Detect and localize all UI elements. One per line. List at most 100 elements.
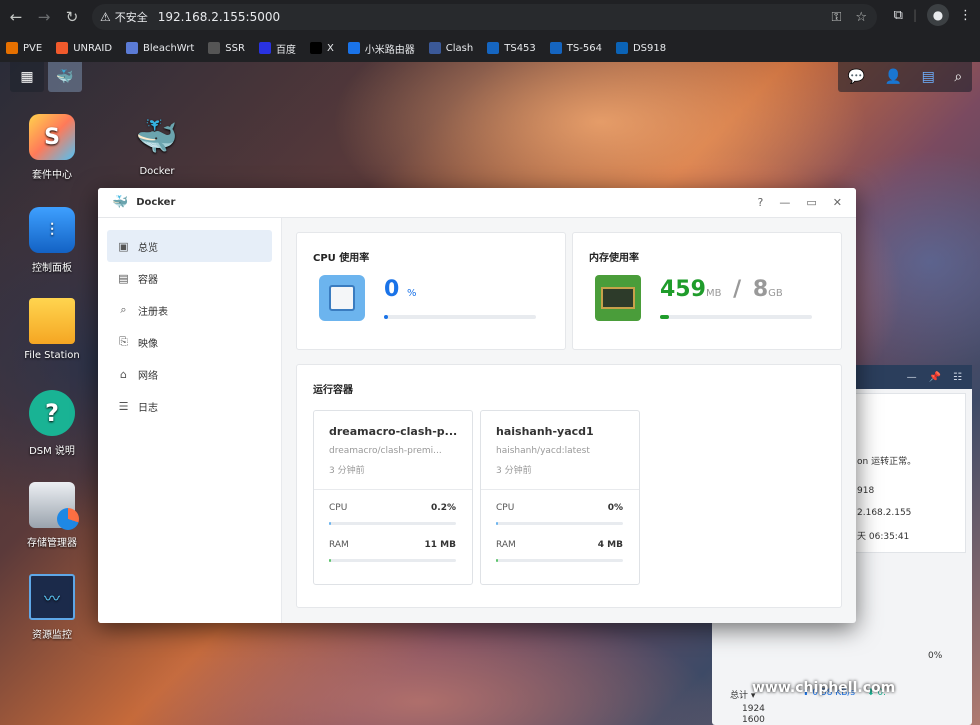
desktop-icon-file-station[interactable]: File Station (7, 298, 97, 361)
sidebar-item-container[interactable]: ▤ 容器 (107, 262, 272, 294)
qnap-icon (487, 42, 500, 54)
sidebar-item-overview[interactable]: ▣ 总览 (107, 230, 272, 262)
forward-button[interactable]: → (30, 3, 58, 31)
desktop-icon-dsm-help[interactable]: ? DSM 说明 (7, 390, 97, 457)
memory-usage-bar (660, 315, 812, 319)
sidebar-item-label: 网络 (138, 370, 158, 382)
cpu-bar (329, 522, 456, 525)
bookmark-item[interactable]: TS453 (487, 42, 536, 54)
browser-toolbar: ← → ↻ ⚠ 不安全 192.168.2.155:5000 ⚿ ☆ ⧉ | ●… (0, 0, 980, 34)
chat-icon[interactable]: 💬 (848, 69, 865, 85)
desktop-icon-label: Docker (139, 166, 175, 177)
ram-label: RAM (496, 540, 516, 550)
widget-uptime: 天 06:35:41 (857, 532, 910, 542)
key-icon[interactable]: ⚿ (831, 10, 841, 25)
security-label[interactable]: 不安全 (115, 9, 148, 25)
main-menu-button[interactable]: ▦ (10, 62, 44, 92)
running-containers-card: 运行容器 dreamacro-clash-p... dreamacro/clas… (296, 364, 842, 608)
minimize-button[interactable]: — (779, 196, 790, 209)
cpu-value: 0% (607, 503, 623, 513)
file-station-icon (29, 298, 75, 344)
ram-value: 11 MB (424, 540, 456, 550)
desktop-icon-label: 资源监控 (32, 630, 72, 641)
browser-chrome: ← → ↻ ⚠ 不安全 192.168.2.155:5000 ⚿ ☆ ⧉ | ●… (0, 0, 980, 62)
taskbar-docker-button[interactable]: 🐳 (48, 62, 82, 92)
bookmark-label: TS-564 (566, 42, 602, 54)
bookmark-item[interactable]: TS-564 (549, 42, 602, 54)
desktop-icon-control-panel[interactable]: ⫶ 控制面板 (7, 207, 97, 274)
package-center-icon: S (29, 114, 75, 160)
reload-button[interactable]: ↻ (58, 3, 86, 31)
network-icon: ⌂ (120, 367, 127, 381)
sidebar-item-network[interactable]: ⌂ 网络 (107, 358, 272, 390)
ram-bar (329, 559, 456, 562)
desktop-icon-label: 控制面板 (32, 263, 72, 274)
search-icon[interactable]: ⌕ (954, 69, 962, 85)
bookmark-item[interactable]: UNRAID (56, 42, 112, 54)
close-button[interactable]: ✕ (833, 196, 842, 209)
widget-settings-icon[interactable]: ☷ (953, 372, 962, 383)
dsm-icon (615, 42, 628, 54)
desktop-icon-package-center[interactable]: S 套件中心 (7, 114, 97, 181)
bookmark-item[interactable]: Clash (428, 42, 473, 54)
bookmark-label: PVE (23, 42, 43, 54)
bookmark-item[interactable]: DS918 (615, 42, 667, 54)
sidebar-item-label: 映像 (138, 338, 158, 350)
widgets-icon[interactable]: ▤ (922, 69, 935, 85)
overview-icon: ▣ (118, 239, 129, 253)
back-button[interactable]: ← (2, 3, 30, 31)
menu-icon[interactable]: ⋮ (959, 8, 972, 23)
maximize-button[interactable]: ▭ (806, 196, 816, 209)
bookmark-item[interactable]: 小米路由器 (347, 41, 415, 56)
bookmark-item[interactable]: PVE (6, 42, 42, 54)
pie-chart-icon (57, 508, 79, 530)
minimize-icon[interactable]: — (907, 372, 917, 383)
url-text[interactable]: 192.168.2.155:5000 (158, 10, 280, 24)
bookmark-item[interactable]: 百度 (258, 41, 296, 56)
help-button[interactable]: ? (758, 196, 764, 209)
sidebar-item-registry[interactable]: ⌕ 注册表 (107, 294, 272, 326)
warning-icon[interactable]: ⚠ (100, 10, 111, 24)
container-name: dreamacro-clash-p... (329, 425, 458, 438)
sidebar-item-label: 总览 (138, 242, 158, 254)
help-icon: ? (29, 390, 75, 436)
container-age: 3 分钟前 (496, 466, 532, 476)
cpu-chip-icon (319, 275, 365, 321)
docker-whale-icon: 🐳 (56, 69, 74, 85)
baidu-icon (258, 42, 271, 54)
bookmark-item[interactable]: SSR (208, 42, 245, 54)
desktop-icon-docker[interactable]: 🐳 Docker (112, 114, 202, 177)
widget-model: 918 (857, 486, 875, 496)
docker-sidebar: ▣ 总览 ▤ 容器 ⌕ 注册表 ⎘ 映像 ⌂ 网络 ☰ 日志 (98, 218, 282, 623)
image-icon: ⎘ (119, 335, 128, 348)
bookmark-label: UNRAID (73, 42, 113, 54)
bookmark-item[interactable]: X (309, 42, 334, 54)
cpu-value: 0.2% (431, 503, 456, 513)
grid-icon: ▦ (20, 69, 34, 85)
bookmark-label: DS918 (632, 42, 667, 54)
desktop-icon-storage-manager[interactable]: 存储管理器 (7, 482, 97, 549)
bookmark-label: 百度 (275, 44, 296, 56)
sidebar-item-image[interactable]: ⎘ 映像 (107, 326, 272, 358)
pin-icon[interactable]: 📌 (929, 372, 941, 383)
memory-usage-card: 内存使用率 459MB / 8GB (572, 232, 842, 350)
widget-status: on 运转正常。 (857, 457, 917, 467)
user-icon[interactable]: 👤 (885, 69, 902, 85)
address-bar[interactable]: ⚠ 不安全 192.168.2.155:5000 ⚿ ☆ (92, 4, 877, 30)
bookmark-item[interactable]: BleachWrt (126, 42, 194, 54)
container-age: 3 分钟前 (329, 466, 365, 476)
profile-icon[interactable]: ● (927, 4, 949, 26)
container-card[interactable]: haishanh-yacd1 haishanh/yacd:latest 3 分钟… (480, 410, 640, 585)
widget-usage-pct: 0% (928, 651, 943, 661)
star-icon[interactable]: ☆ (855, 10, 867, 25)
sidebar-item-label: 注册表 (138, 306, 168, 318)
window-titlebar[interactable]: 🐳 Docker ? — ▭ ✕ (98, 188, 856, 218)
chart-tick: 1924 (742, 704, 765, 714)
sidebar-item-log[interactable]: ☰ 日志 (107, 390, 272, 422)
desktop-icon-resource-monitor[interactable]: 〰 资源监控 (7, 574, 97, 641)
docker-icon: 🐳 (112, 195, 129, 210)
pve-icon (6, 42, 18, 54)
container-card[interactable]: dreamacro-clash-p... dreamacro/clash-pre… (313, 410, 473, 585)
memory-usage-title: 内存使用率 (589, 253, 639, 264)
extensions-icon[interactable]: ⧉ (894, 8, 903, 23)
